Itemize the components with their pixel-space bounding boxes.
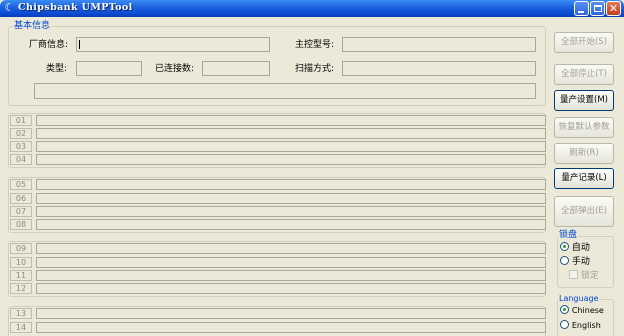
radio-unchecked-icon	[560, 320, 569, 329]
port-progress-bar	[36, 128, 546, 139]
port-progress-bar	[36, 257, 546, 268]
mp-log-button[interactable]: 量产记录(L)	[554, 168, 614, 189]
language-chinese-label: Chinese	[571, 306, 604, 315]
vendor-field[interactable]	[76, 37, 270, 52]
connected-field[interactable]	[202, 61, 270, 76]
port-number: 07	[10, 206, 32, 217]
close-button[interactable]: ✕	[606, 1, 621, 16]
close-icon: ✕	[608, 2, 619, 15]
port-number: 09	[10, 243, 32, 254]
lock-disk-title: 锁盘	[558, 230, 579, 241]
port-number: 05	[10, 179, 32, 190]
chipsbank-c-icon: ☾	[4, 1, 15, 14]
port-progress-bar	[36, 219, 546, 230]
port-number: 01	[10, 115, 32, 126]
controller-label: 主控型号:	[295, 40, 335, 50]
maximize-icon	[594, 5, 602, 12]
basic-info-title: 基本信息	[13, 21, 52, 32]
port-progress-bar	[36, 193, 546, 204]
language-chinese-radio[interactable]: Chinese	[560, 305, 604, 317]
lock-label: 锁定	[580, 271, 599, 281]
port-progress-bar	[36, 206, 546, 217]
port-number: 10	[10, 257, 32, 268]
restore-default-button[interactable]: 恢复默认参数	[554, 117, 614, 138]
port-progress-bar	[36, 270, 546, 281]
port-number: 06	[10, 193, 32, 204]
text-caret	[79, 40, 80, 49]
lock-manual-label: 手动	[571, 257, 590, 267]
port-progress-bar	[36, 141, 546, 152]
lock-manual-radio[interactable]: 手动	[560, 256, 590, 268]
minimize-button[interactable]	[574, 1, 589, 16]
scan-mode-field[interactable]	[342, 61, 536, 76]
type-field[interactable]	[76, 61, 142, 76]
port-progress-bar	[36, 115, 546, 126]
language-english-radio[interactable]: English	[560, 320, 601, 332]
port-number: 03	[10, 141, 32, 152]
port-progress-bar	[36, 243, 546, 254]
window-title: Chipsbank UMPTool	[18, 2, 133, 13]
title-bar[interactable]: ☾ Chipsbank UMPTool ✕	[0, 0, 624, 17]
type-label: 类型:	[46, 64, 68, 74]
radio-unchecked-icon	[560, 256, 569, 265]
port-number: 12	[10, 283, 32, 294]
port-number: 11	[10, 270, 32, 281]
vendor-label: 厂商信息:	[29, 40, 69, 50]
port-number: 02	[10, 128, 32, 139]
scan-mode-label: 扫描方式:	[295, 64, 335, 74]
maximize-button[interactable]	[590, 1, 605, 16]
lock-checkbox[interactable]: 锁定	[569, 270, 599, 282]
port-number: 13	[10, 308, 32, 319]
radio-checked-icon	[560, 305, 569, 314]
minimize-icon	[578, 11, 584, 13]
port-number: 14	[10, 322, 32, 333]
stop-all-button[interactable]: 全部停止(T)	[554, 64, 614, 85]
checkbox-icon	[569, 270, 578, 279]
port-progress-bar	[36, 179, 546, 190]
port-progress-bar	[36, 322, 546, 333]
lock-auto-label: 自动	[571, 243, 590, 253]
port-progress-bar	[36, 154, 546, 165]
language-english-label: English	[571, 321, 601, 330]
status-field	[34, 83, 536, 99]
controller-field[interactable]	[342, 37, 536, 52]
port-progress-bar	[36, 283, 546, 294]
port-progress-bar	[36, 308, 546, 319]
mp-settings-button[interactable]: 量产设置(M)	[554, 90, 614, 111]
refresh-button[interactable]: 刷新(R)	[554, 143, 614, 164]
start-all-button[interactable]: 全部开始(S)	[554, 32, 614, 53]
connected-label: 已连接数:	[155, 64, 195, 74]
lock-auto-radio[interactable]: 自动	[560, 242, 590, 254]
port-number: 04	[10, 154, 32, 165]
port-number: 08	[10, 219, 32, 230]
language-title: Language	[558, 293, 600, 304]
eject-all-button[interactable]: 全部弹出(E)	[554, 196, 614, 227]
radio-checked-icon	[560, 242, 569, 251]
